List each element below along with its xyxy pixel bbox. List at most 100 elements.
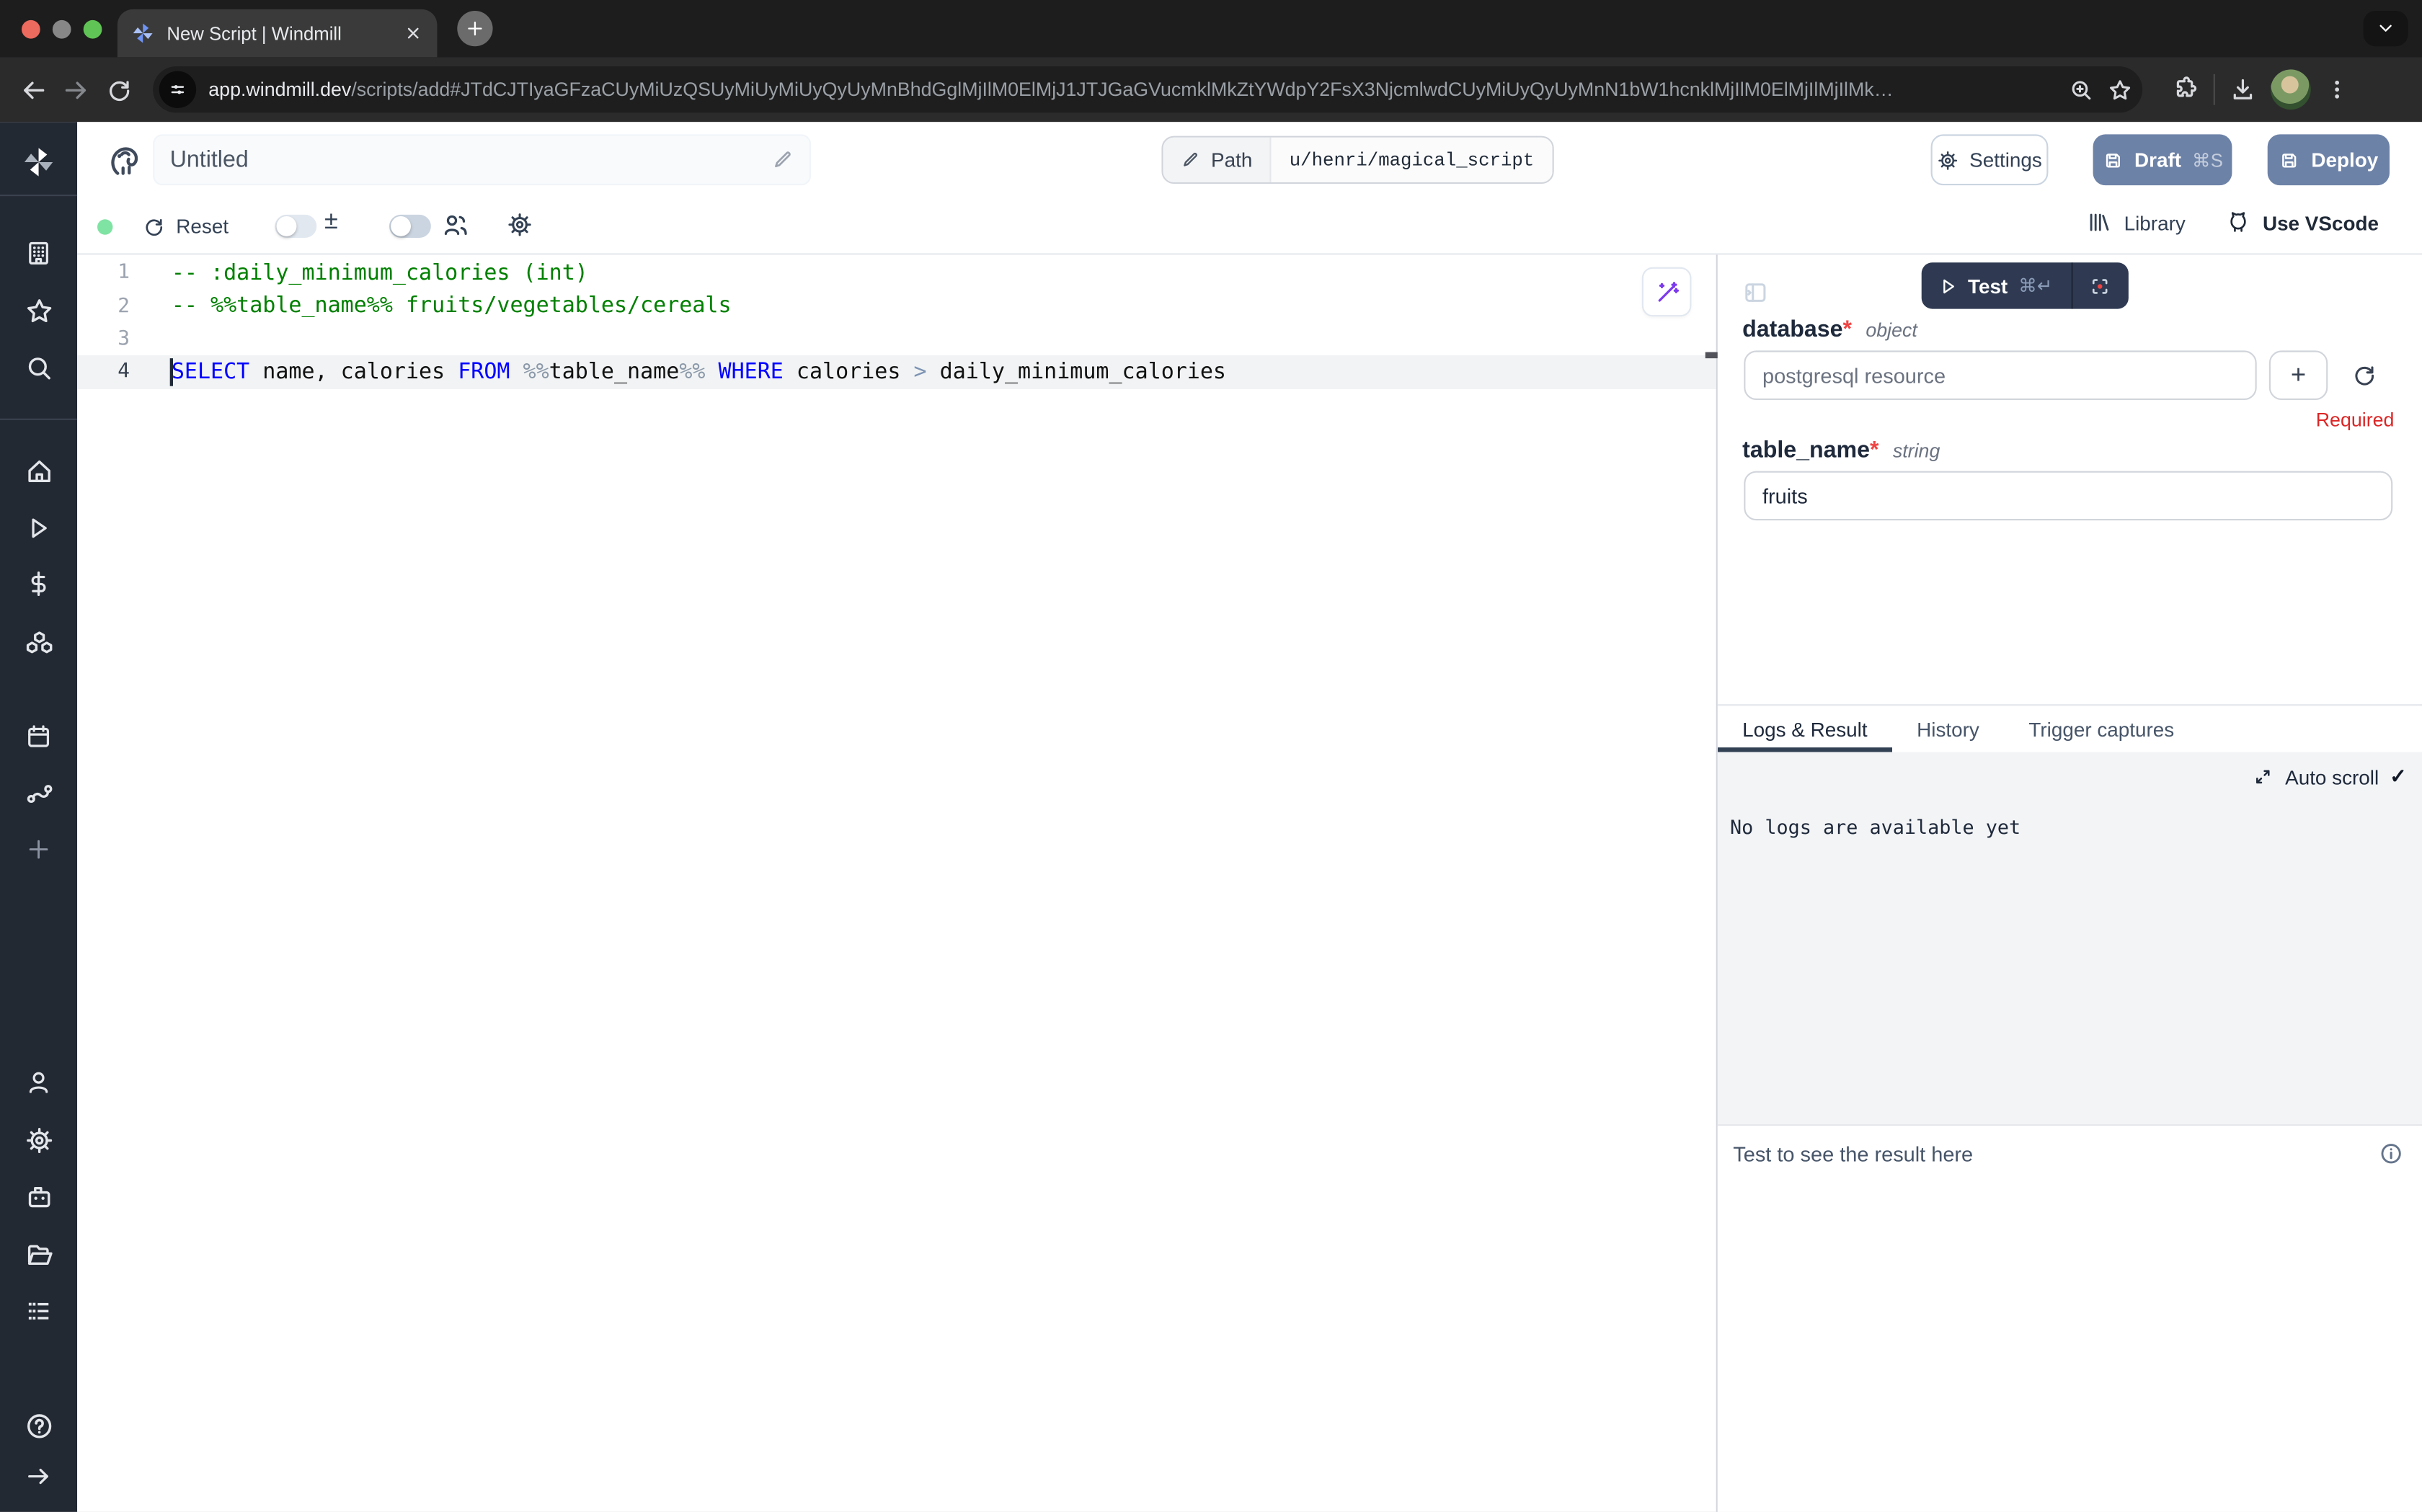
- tab-title: New Script | Windmill: [167, 22, 391, 44]
- toggle-knob: [277, 216, 297, 236]
- minimize-window-button[interactable]: [53, 20, 71, 39]
- sidebar-item-workspace[interactable]: [20, 235, 57, 272]
- sidebar-item-favorites[interactable]: [20, 292, 57, 329]
- play-icon: [25, 515, 53, 543]
- sidebar-item-expand[interactable]: [20, 1458, 57, 1495]
- database-resource-input[interactable]: [1744, 350, 2256, 400]
- settings-button[interactable]: Settings: [1931, 134, 2049, 185]
- site-settings-icon[interactable]: [159, 71, 196, 108]
- kebab-menu-icon[interactable]: [2325, 77, 2349, 102]
- logs-area: Auto scroll ✓ No logs are available yet: [1718, 752, 2422, 1124]
- sidebar-item-settings[interactable]: [20, 1121, 57, 1158]
- line-number: 4: [77, 360, 148, 383]
- extensions-icon[interactable]: [2172, 76, 2200, 104]
- close-window-button[interactable]: [22, 20, 40, 39]
- code-text: -- %%table_name%% fruits/vegetables/cere…: [148, 293, 732, 318]
- text-cursor: [170, 357, 172, 386]
- code-lines[interactable]: 1-- :daily_minimum_calories (int)2-- %%t…: [77, 255, 1716, 388]
- sidebar-item-account[interactable]: [20, 1064, 57, 1100]
- expand-icon[interactable]: [2253, 766, 2274, 788]
- sidebar-item-audit-logs[interactable]: [20, 1293, 57, 1330]
- main-column: Path u/henri/magical_script Settings Dra…: [77, 122, 2422, 1512]
- arrow-right-icon: [25, 1462, 53, 1490]
- diff-toggle[interactable]: [275, 215, 316, 238]
- capture-run-button[interactable]: [2072, 262, 2128, 308]
- check-icon: ✓: [2390, 765, 2406, 789]
- ai-assistant-button[interactable]: [1642, 267, 1692, 317]
- url-bar[interactable]: app.windmill.dev/scripts/add#JTdCJTIyaGF…: [153, 66, 2142, 112]
- use-vscode-button[interactable]: Use VScode: [2226, 210, 2379, 234]
- library-button[interactable]: Library: [2087, 210, 2186, 234]
- path-value: u/henri/magical_script: [1271, 138, 1553, 182]
- draft-label: Draft: [2134, 148, 2181, 172]
- info-icon[interactable]: [2379, 1142, 2403, 1166]
- zoom-in-icon[interactable]: [2068, 76, 2094, 102]
- list-icon: [25, 1297, 53, 1325]
- sidebar-item-runs[interactable]: [20, 510, 57, 546]
- sidebar-item-schedules[interactable]: [20, 718, 57, 755]
- zoom-window-button[interactable]: [84, 20, 102, 39]
- user-icon: [25, 1069, 53, 1097]
- add-resource-button[interactable]: +: [2269, 350, 2328, 400]
- tab-search-button[interactable]: [2364, 11, 2408, 46]
- forward-icon[interactable]: [62, 75, 92, 104]
- code-line[interactable]: 3: [77, 322, 1716, 355]
- path-chip[interactable]: Path u/henri/magical_script: [1161, 136, 1554, 184]
- reload-icon[interactable]: [105, 76, 133, 104]
- browser-tab[interactable]: New Script | Windmill: [117, 9, 438, 57]
- path-label: Path: [1211, 148, 1252, 172]
- sidebar-divider: [0, 419, 77, 420]
- collapse-panel-icon[interactable]: [1742, 280, 1768, 306]
- required-error: Required: [2316, 409, 2395, 431]
- tab-logs-result[interactable]: Logs & Result: [1718, 706, 1892, 752]
- browser-tabstrip: New Script | Windmill: [0, 0, 2422, 57]
- help-icon: [24, 1410, 53, 1440]
- run-panel: Test ⌘↵ database* object: [1718, 255, 2422, 1512]
- editor-settings-gear-icon[interactable]: [507, 212, 533, 238]
- download-icon[interactable]: [2229, 76, 2257, 104]
- test-button[interactable]: Test ⌘↵: [1922, 262, 2071, 308]
- code-line[interactable]: 2-- %%table_name%% fruits/vegetables/cer…: [77, 290, 1716, 323]
- sidebar-item-search[interactable]: [20, 349, 57, 386]
- home-icon: [24, 456, 53, 486]
- sidebar-item-routes[interactable]: [20, 774, 57, 811]
- script-title-input[interactable]: [170, 147, 771, 173]
- sidebar-item-resources[interactable]: [20, 624, 57, 661]
- toolbar-right-group: Library Use VScode: [2087, 210, 2379, 234]
- sidebar-item-home[interactable]: [20, 453, 57, 489]
- sidebar-item-workers[interactable]: [20, 1178, 57, 1215]
- back-icon[interactable]: [19, 75, 48, 104]
- tab-trigger-captures[interactable]: Trigger captures: [2004, 706, 2199, 752]
- scrollbar-mark: [1705, 352, 1718, 359]
- required-asterisk: *: [1843, 316, 1853, 342]
- code-line[interactable]: 4SELECT name, calories FROM %%table_name…: [77, 355, 1716, 388]
- scan-target-icon: [2089, 274, 2112, 297]
- save-icon: [2102, 149, 2124, 171]
- plus-icon: [465, 19, 485, 39]
- library-icon: [2087, 210, 2111, 234]
- new-tab-button[interactable]: [457, 11, 492, 46]
- sidebar-item-folders[interactable]: [20, 1235, 57, 1272]
- edit-pencil-icon[interactable]: [771, 148, 794, 172]
- test-shortcut: ⌘↵: [2018, 275, 2052, 296]
- path-label-segment: Path: [1163, 138, 1271, 182]
- auto-scroll-control[interactable]: Auto scroll ✓: [2253, 765, 2406, 789]
- sidebar-item-add[interactable]: [20, 831, 57, 868]
- tab-history[interactable]: History: [1892, 706, 2004, 752]
- profile-avatar[interactable]: [2271, 69, 2311, 110]
- deploy-button[interactable]: Deploy: [2268, 134, 2390, 185]
- draft-button[interactable]: Draft ⌘S: [2093, 134, 2232, 185]
- table-name-input[interactable]: [1744, 471, 2392, 521]
- sidebar-item-help[interactable]: [20, 1407, 57, 1444]
- sidebar-item-variables[interactable]: [20, 565, 57, 602]
- code-editor[interactable]: 1-- :daily_minimum_calories (int)2-- %%t…: [77, 255, 1718, 1512]
- multiplayer-toggle[interactable]: [389, 215, 431, 238]
- refresh-resources-icon[interactable]: [2351, 361, 2377, 387]
- bookmark-star-icon[interactable]: [2107, 76, 2133, 102]
- reset-button[interactable]: Reset: [142, 210, 229, 242]
- script-title-field[interactable]: [153, 134, 811, 185]
- windmill-logo[interactable]: [20, 143, 57, 180]
- code-line[interactable]: 1-- :daily_minimum_calories (int): [77, 257, 1716, 290]
- close-tab-icon[interactable]: [403, 23, 423, 43]
- test-label: Test: [1968, 274, 2008, 297]
